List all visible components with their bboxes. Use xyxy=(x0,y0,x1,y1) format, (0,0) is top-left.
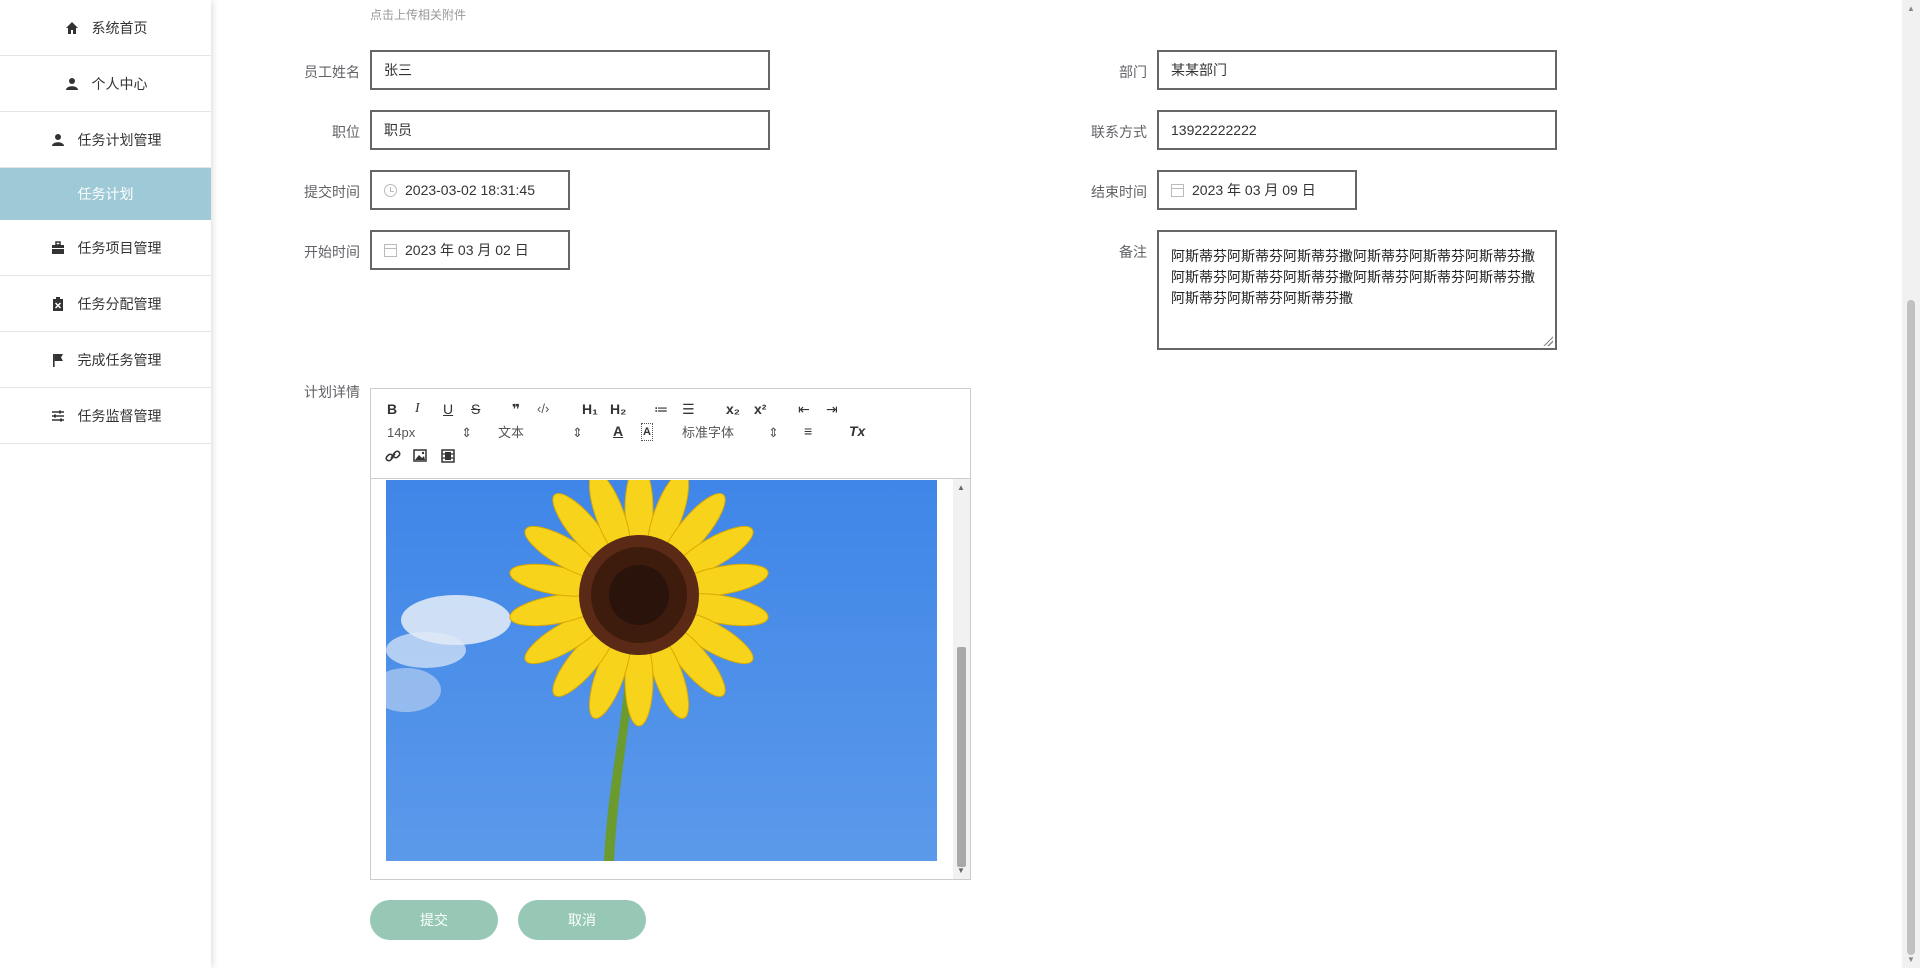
position-value: 职员 xyxy=(384,122,412,138)
cancel-button[interactable]: 取消 xyxy=(518,900,646,940)
strike-button[interactable]: S xyxy=(471,401,480,417)
h2-button[interactable]: H₂ xyxy=(610,401,626,417)
editor-scrollbar[interactable]: ▲ ▼ xyxy=(953,479,970,879)
submit-time-label: 提交时间 xyxy=(304,184,360,200)
end-time-value: 2023 年 03 月 09 日 xyxy=(1192,182,1316,198)
department-value: 某某部门 xyxy=(1171,62,1227,78)
block-type-select[interactable]: 文本 ⇕ xyxy=(498,425,583,441)
home-icon xyxy=(64,20,80,36)
plan-detail-label: 计划详情 xyxy=(304,384,360,400)
contact-label: 联系方式 xyxy=(1091,124,1147,140)
start-time-value: 2023 年 03 月 02 日 xyxy=(405,242,529,258)
page-scroll-thumb[interactable] xyxy=(1907,300,1915,955)
quote-button[interactable]: ❞ xyxy=(512,401,520,417)
h1-button[interactable]: H₁ xyxy=(582,401,598,417)
sidebar-item-personal-center[interactable]: 个人中心 xyxy=(0,56,211,112)
user-icon xyxy=(50,132,66,148)
resize-handle[interactable] xyxy=(1543,336,1553,346)
sidebar-item-label: 任务计划 xyxy=(77,186,134,202)
select-arrows-icon: ⇕ xyxy=(572,425,583,440)
remark-label: 备注 xyxy=(1119,244,1147,260)
rich-text-editor[interactable]: B I U S ❞ ‹/› H₁ H₂ ≔ ☰ x₂ x² ⇤ ⇥ 14px ⇕ … xyxy=(370,388,971,880)
unordered-list-button[interactable]: ☰ xyxy=(682,401,695,417)
submit-time-picker[interactable]: 2023-03-02 18:31:45 xyxy=(370,170,570,210)
superscript-button[interactable]: x² xyxy=(754,401,766,417)
start-time-picker[interactable]: 2023 年 03 月 02 日 xyxy=(370,230,570,270)
sidebar-item-label: 任务计划管理 xyxy=(77,131,162,148)
align-button[interactable]: ≡ xyxy=(804,423,812,439)
start-time-label: 开始时间 xyxy=(304,244,360,260)
sidebar-item-task-project-management[interactable]: 任务项目管理 xyxy=(0,220,211,276)
font-family-select[interactable]: 标准字体 ⇕ xyxy=(682,425,779,441)
scroll-up-icon[interactable]: ▲ xyxy=(1907,4,1915,13)
editor-toolbar: B I U S ❞ ‹/› H₁ H₂ ≔ ☰ x₂ x² ⇤ ⇥ 14px ⇕ … xyxy=(371,389,970,479)
italic-button[interactable]: I xyxy=(415,401,420,417)
employee-name-label: 员工姓名 xyxy=(304,64,360,80)
form-area: 点击上传相关附件 员工姓名 张三 部门 某某部门 职位 职员 联系方式 1392… xyxy=(211,0,1902,968)
sidebar-item-task-plan-management[interactable]: 任务计划管理 xyxy=(0,112,211,168)
code-button[interactable]: ‹/› xyxy=(537,401,549,417)
employee-name-field[interactable]: 张三 xyxy=(370,50,770,90)
upload-hint[interactable]: 点击上传相关附件 xyxy=(370,6,466,23)
remark-value: 阿斯蒂芬阿斯蒂芬阿斯蒂芬撒阿斯蒂芬阿斯蒂芬阿斯蒂芬撒阿斯蒂芬阿斯蒂芬阿斯蒂芬撒阿… xyxy=(1171,248,1535,306)
select-arrows-icon: ⇕ xyxy=(768,425,779,440)
font-color-button[interactable]: A xyxy=(613,423,623,439)
background-color-button[interactable]: A xyxy=(641,423,653,441)
clipboard-x-icon xyxy=(50,296,66,312)
end-time-picker[interactable]: 2023 年 03 月 09 日 xyxy=(1157,170,1357,210)
scroll-down-icon[interactable]: ▼ xyxy=(1907,955,1915,964)
font-family-value: 标准字体 xyxy=(682,425,735,440)
flag-icon xyxy=(50,352,66,368)
sliders-icon xyxy=(50,408,66,424)
position-field[interactable]: 职员 xyxy=(370,110,770,150)
sidebar-item-label: 任务分配管理 xyxy=(77,295,162,312)
sunflower-image xyxy=(386,480,937,861)
clock-icon xyxy=(384,183,397,197)
image-icon[interactable] xyxy=(413,449,427,465)
contact-field[interactable]: 13922222222 xyxy=(1157,110,1557,150)
select-arrows-icon: ⇕ xyxy=(461,425,473,440)
calendar-icon xyxy=(1171,183,1184,197)
employee-name-value: 张三 xyxy=(384,62,412,78)
editor-scroll-thumb[interactable] xyxy=(957,647,966,867)
block-type-value: 文本 xyxy=(498,425,525,440)
sidebar-item-label: 任务项目管理 xyxy=(77,239,162,256)
outdent-button[interactable]: ⇤ xyxy=(798,401,810,417)
page-scrollbar[interactable]: ▲ ▼ xyxy=(1902,0,1920,968)
submit-button[interactable]: 提交 xyxy=(370,900,498,940)
sidebar-item-completed-task-management[interactable]: 完成任务管理 xyxy=(0,332,211,388)
remark-textarea[interactable]: 阿斯蒂芬阿斯蒂芬阿斯蒂芬撒阿斯蒂芬阿斯蒂芬阿斯蒂芬撒阿斯蒂芬阿斯蒂芬阿斯蒂芬撒阿… xyxy=(1157,230,1557,350)
sidebar-item-task-assign-management[interactable]: 任务分配管理 xyxy=(0,276,211,332)
link-icon[interactable] xyxy=(385,449,401,466)
department-field[interactable]: 某某部门 xyxy=(1157,50,1557,90)
sidebar: 系统首页 个人中心 任务计划管理 任务计划 任务项目管理 任务分配管理 完成任务… xyxy=(0,0,211,968)
indent-button[interactable]: ⇥ xyxy=(826,401,838,417)
editor-content[interactable]: ▲ ▼ xyxy=(371,479,970,879)
ordered-list-button[interactable]: ≔ xyxy=(654,401,668,417)
sidebar-item-label: 系统首页 xyxy=(91,19,148,36)
font-size-select[interactable]: 14px ⇕ xyxy=(387,425,472,441)
user-icon xyxy=(64,76,80,92)
scroll-down-icon[interactable]: ▼ xyxy=(957,866,965,875)
sidebar-item-task-supervision-management[interactable]: 任务监督管理 xyxy=(0,388,211,444)
sidebar-item-label: 完成任务管理 xyxy=(77,351,162,368)
briefcase-icon xyxy=(50,240,66,256)
position-label: 职位 xyxy=(332,124,360,140)
calendar-icon xyxy=(384,243,397,257)
sidebar-item-task-plan[interactable]: 任务计划 xyxy=(0,168,211,220)
submit-time-value: 2023-03-02 18:31:45 xyxy=(405,182,535,198)
video-icon[interactable] xyxy=(441,449,455,466)
scroll-up-icon[interactable]: ▲ xyxy=(957,483,965,492)
clear-format-button[interactable]: Tx xyxy=(849,423,865,439)
department-label: 部门 xyxy=(1119,64,1147,80)
sidebar-item-label: 任务监督管理 xyxy=(77,407,162,424)
end-time-label: 结束时间 xyxy=(1091,184,1147,200)
contact-value: 13922222222 xyxy=(1171,122,1257,138)
subscript-button[interactable]: x₂ xyxy=(726,401,740,417)
underline-button[interactable]: U xyxy=(443,401,453,417)
font-size-value: 14px xyxy=(387,425,416,440)
sidebar-item-label: 个人中心 xyxy=(91,75,148,92)
sidebar-item-home[interactable]: 系统首页 xyxy=(0,0,211,56)
bold-button[interactable]: B xyxy=(387,401,397,417)
